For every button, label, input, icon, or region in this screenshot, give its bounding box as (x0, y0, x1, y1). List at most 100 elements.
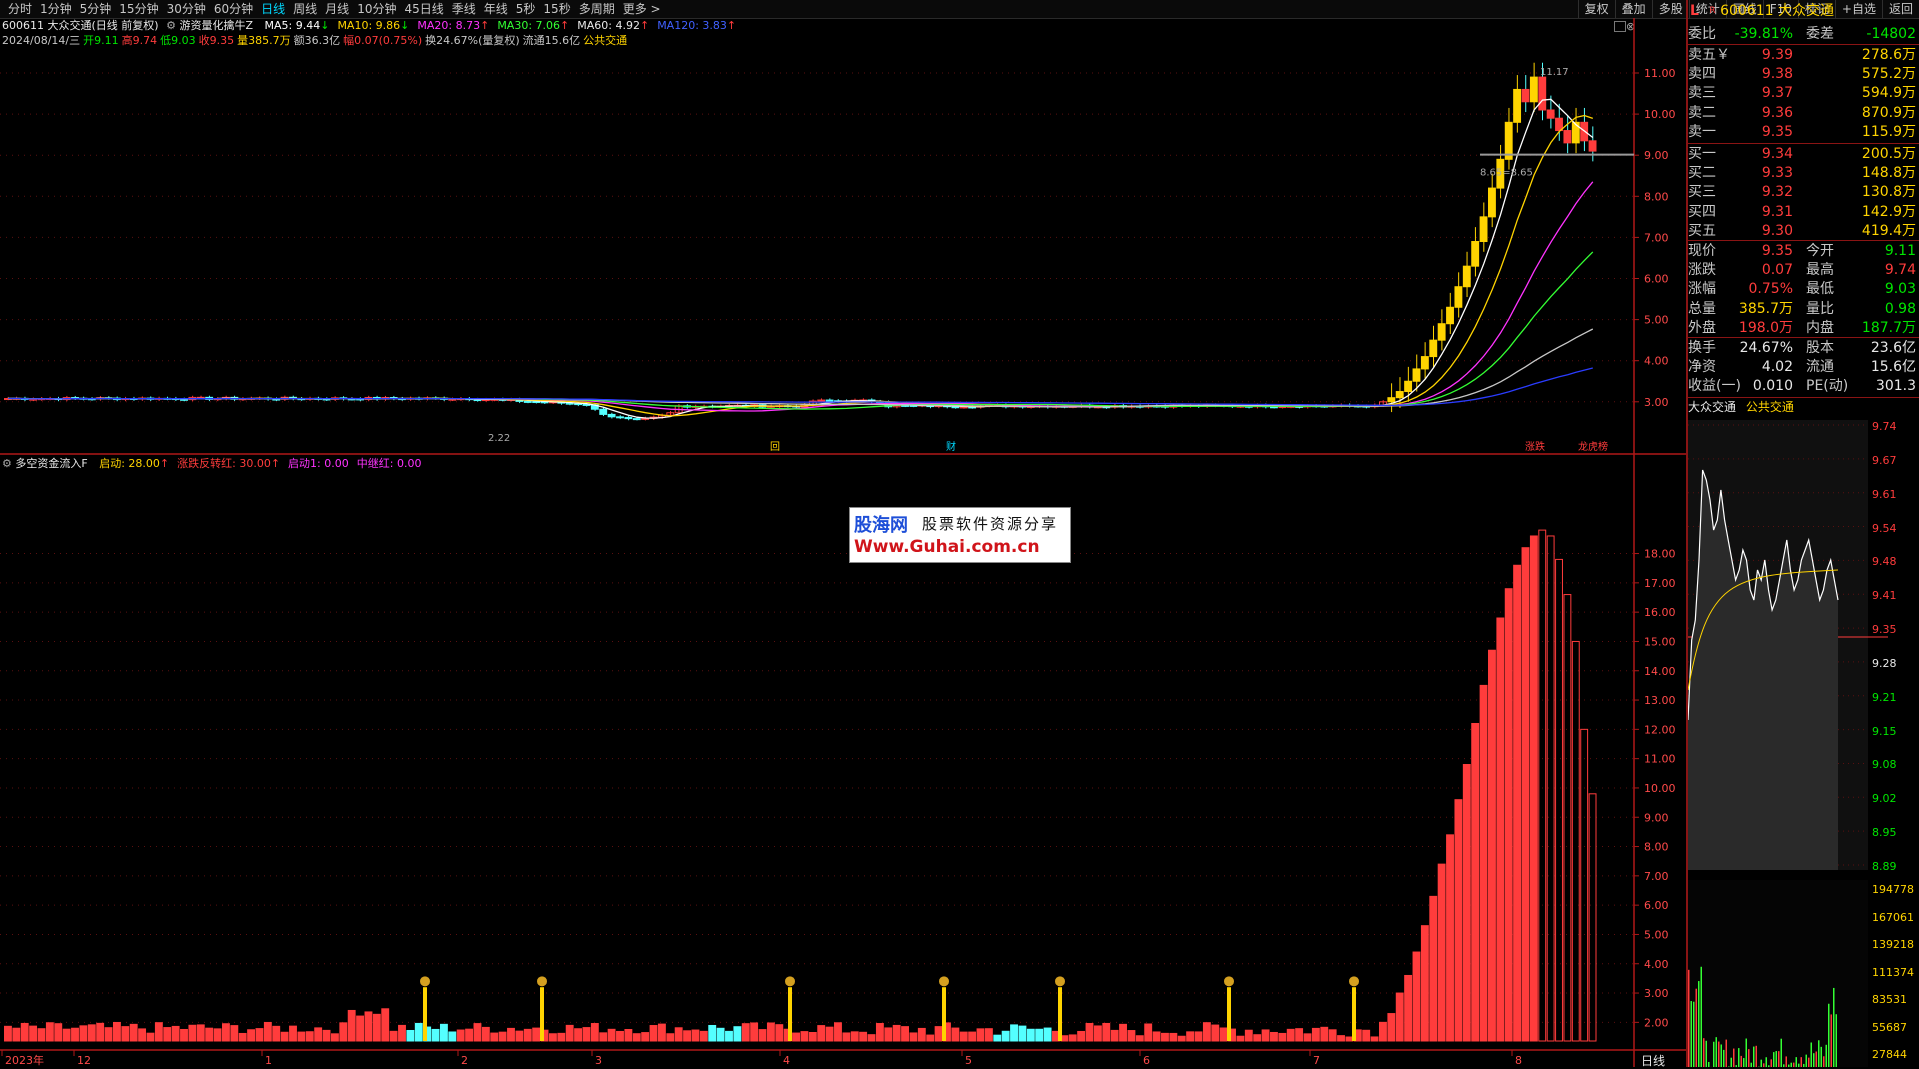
stat-value: 187.7万 (1862, 319, 1916, 338)
sub-bar (994, 1035, 1001, 1041)
candle-body (1413, 369, 1420, 381)
mini-price-label: 9.21 (1872, 691, 1897, 704)
sub-bar (1162, 1033, 1169, 1041)
sub-bar (893, 1025, 900, 1041)
sub-param-text: 中继红: 0.00 (357, 457, 422, 470)
date-label: 1 (265, 1054, 272, 1067)
stat-value: 0.98 (1885, 300, 1916, 319)
ask-label: 卖二 (1688, 104, 1716, 123)
candle-body (1405, 381, 1412, 391)
bid-row: 买一9.34200.5万 (1688, 145, 1919, 164)
stat-label: 最高 (1806, 261, 1834, 280)
bid-label: 买三 (1688, 183, 1716, 202)
date-label: 3 (595, 1054, 602, 1067)
ask-label: 卖五￥ (1688, 46, 1730, 65)
stat-label: 涨幅 (1688, 280, 1716, 299)
sub-bar (214, 1029, 221, 1041)
signal-stick (942, 987, 946, 1041)
price-tick-label: 5.00 (1644, 314, 1669, 327)
bid-price: 9.30 (1762, 222, 1793, 241)
sub-bar (298, 1032, 305, 1041)
stat-label: 收益(一) (1688, 377, 1741, 396)
weibi-label: 委比 (1688, 25, 1716, 44)
sub-param-text: 启动: 28.00 (99, 457, 160, 470)
watermark-url: Www.Guhai.com.cn (854, 537, 1040, 557)
stat-value: 9.11 (1885, 242, 1916, 261)
sub-bar (1170, 1033, 1177, 1041)
sub-bar (231, 1026, 238, 1041)
sub-bar (248, 1030, 255, 1041)
stat-label: PE(动) (1806, 377, 1848, 396)
ask-volume: 575.2万 (1862, 65, 1916, 84)
date-label: 12 (77, 1054, 91, 1067)
quote-separator (1688, 44, 1919, 45)
sub-bar (189, 1025, 196, 1041)
sub-tick-label: 3.00 (1644, 987, 1669, 1000)
stat-label: 量比 (1806, 300, 1834, 319)
quote-separator (1688, 240, 1919, 241)
sub-tick-label: 14.00 (1644, 665, 1676, 678)
signal-icon (1349, 976, 1359, 986)
ma-line (8, 329, 1593, 407)
candle-body (1489, 188, 1496, 217)
bid-price: 9.32 (1762, 183, 1793, 202)
sub-tick-label: 4.00 (1644, 958, 1669, 971)
ask-row: 卖一9.35115.9万 (1688, 123, 1919, 142)
sub-bar (658, 1024, 665, 1041)
bid-volume: 142.9万 (1862, 203, 1916, 222)
ask-price: 9.35 (1762, 123, 1793, 142)
sub-bar (767, 1023, 774, 1041)
event-marker: 财 (946, 440, 956, 453)
mini-price-label: 9.35 (1872, 623, 1897, 636)
mini-price-label: 9.28 (1872, 657, 1897, 670)
sub-bar (21, 1023, 28, 1041)
sub-bar (1430, 896, 1437, 1041)
candle-body (1388, 398, 1395, 402)
mini-price-label: 9.41 (1872, 589, 1897, 602)
sub-tick-label: 18.00 (1644, 548, 1676, 561)
quote-name: 大众交通 (1778, 3, 1834, 19)
sub-bar (1380, 1022, 1387, 1041)
stat-value: 9.74 (1885, 261, 1916, 280)
sub-bar (617, 1031, 624, 1041)
ask-price: 9.38 (1762, 65, 1793, 84)
sub-bar (675, 1028, 682, 1041)
ask-volume: 278.6万 (1862, 46, 1916, 65)
sub-bar (88, 1025, 95, 1041)
bid-label: 买二 (1688, 164, 1716, 183)
sub-bar (399, 1025, 406, 1041)
period-tab-daily[interactable]: 日线 (1641, 1052, 1665, 1069)
sub-bar (985, 1029, 992, 1041)
sub-bar (482, 1027, 489, 1041)
sub-tick-label: 7.00 (1644, 870, 1669, 883)
stat-label: 涨跌 (1688, 261, 1716, 280)
sub-indicator-name[interactable]: 多空资金流入F (15, 457, 87, 470)
price-tick-label: 7.00 (1644, 231, 1669, 244)
candle-body (1421, 357, 1428, 369)
sub-bar (1556, 559, 1563, 1041)
candle-body (533, 402, 540, 403)
sub-bar (1312, 1028, 1319, 1041)
sub-bar (1128, 1031, 1135, 1041)
sub-bar (835, 1023, 842, 1041)
candle-body (1589, 141, 1596, 151)
candle-body (1514, 89, 1521, 122)
stat-value: 4.02 (1762, 358, 1793, 377)
bid-volume: 130.8万 (1862, 183, 1916, 202)
sub-bar (843, 1033, 850, 1041)
sub-tick-label: 8.00 (1644, 841, 1669, 854)
stat-label: 股本 (1806, 339, 1834, 358)
sub-bar (499, 1032, 506, 1041)
ma-line (8, 99, 1593, 418)
candle-body (524, 401, 531, 402)
sub-bar (902, 1027, 909, 1041)
sub-bar (281, 1032, 288, 1041)
sub-bar (650, 1026, 657, 1041)
mini-price-label: 9.67 (1872, 454, 1897, 467)
sub-bar (1044, 1028, 1051, 1041)
sub-bar (1329, 1030, 1336, 1041)
sub-gear-icon[interactable]: ⚙ (2, 457, 12, 470)
sub-bar (1321, 1027, 1328, 1041)
sub-bar (5, 1026, 12, 1041)
stat-label: 现价 (1688, 242, 1716, 261)
